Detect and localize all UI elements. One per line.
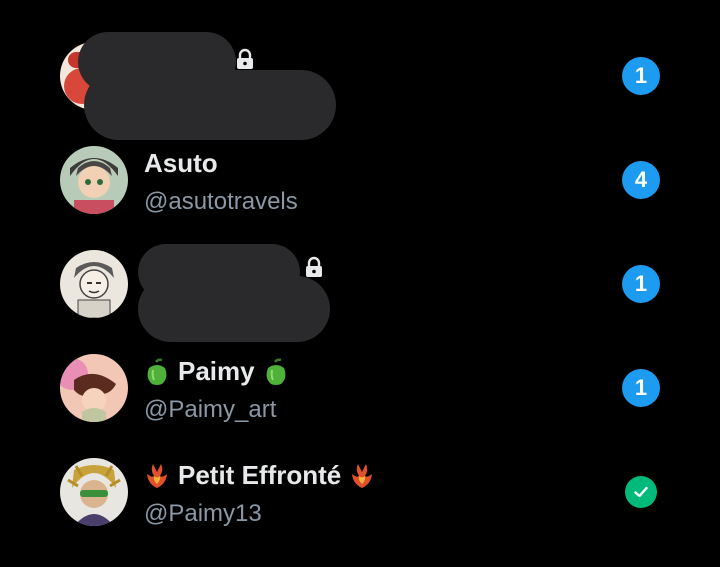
read-check-icon xyxy=(625,476,657,508)
display-name-text: Paimy xyxy=(178,356,255,386)
redaction-mark xyxy=(138,276,330,342)
avatar[interactable] xyxy=(60,250,128,318)
conversation-list: 1 Asuto @asutotravels 4 1 Paimy @Paimy_a… xyxy=(0,0,720,567)
avatar[interactable] xyxy=(60,146,128,214)
conversation-row[interactable]: Paimy @Paimy_art 1 xyxy=(0,336,720,440)
unread-badge: 1 xyxy=(622,265,660,303)
unread-badge: 1 xyxy=(622,369,660,407)
display-name-text: Petit Effronté xyxy=(178,460,342,490)
username-handle: @asutotravels xyxy=(144,188,298,215)
unread-badge: 4 xyxy=(622,161,660,199)
display-name: Asuto xyxy=(144,148,218,179)
green-pepper-emoji xyxy=(144,358,170,386)
lock-icon xyxy=(235,48,255,70)
conversation-row[interactable]: Asuto @asutotravels 4 xyxy=(0,128,720,232)
phoenix-emoji xyxy=(349,462,375,490)
avatar[interactable] xyxy=(60,354,128,422)
conversation-row[interactable]: Petit Effronté @Paimy13 xyxy=(0,440,720,544)
unread-badge: 1 xyxy=(622,57,660,95)
phoenix-emoji xyxy=(144,462,170,490)
lock-icon xyxy=(304,256,324,278)
display-name: Paimy xyxy=(144,356,289,387)
username-handle: @Paimy13 xyxy=(144,500,262,527)
avatar[interactable] xyxy=(60,458,128,526)
display-name-text: Asuto xyxy=(144,148,218,178)
display-name: Petit Effronté xyxy=(144,460,375,491)
conversation-row[interactable]: 1 xyxy=(0,24,720,140)
conversation-row[interactable]: 1 xyxy=(0,232,720,342)
green-pepper-emoji xyxy=(263,358,289,386)
username-handle: @Paimy_art xyxy=(144,396,277,423)
